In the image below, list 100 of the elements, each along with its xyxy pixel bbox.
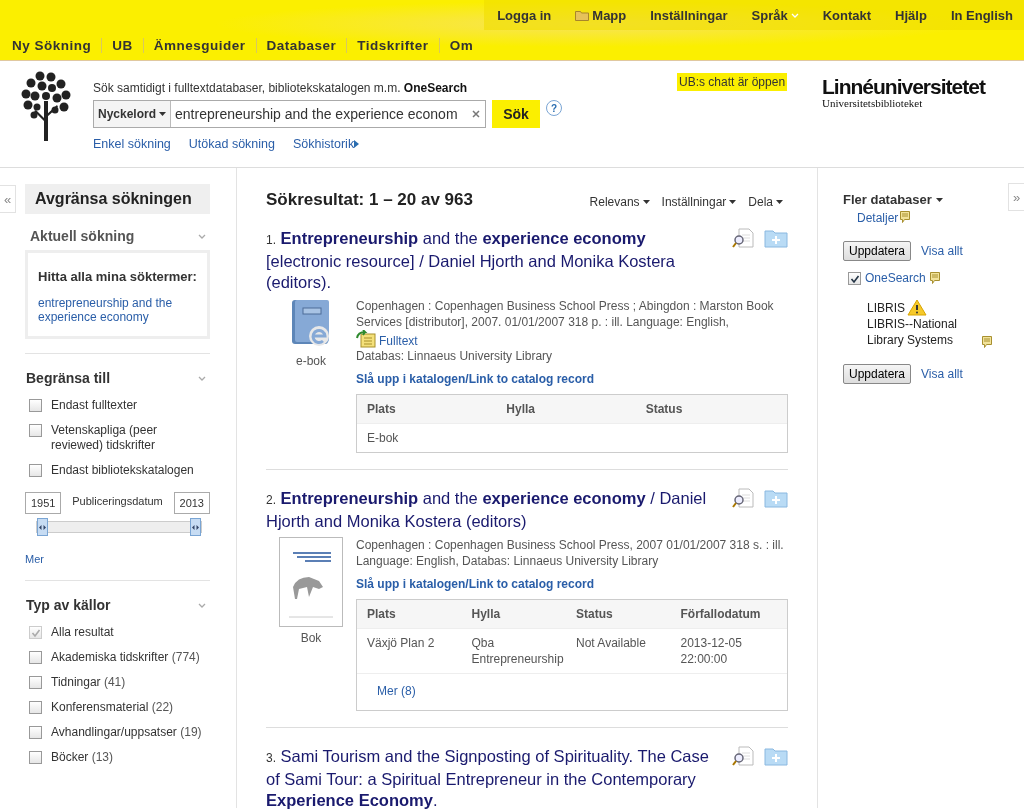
details-link[interactable]: Detaljer <box>857 211 899 225</box>
option-label[interactable]: Böcker (13) <box>51 750 114 765</box>
top-link[interactable]: Mapp <box>562 7 638 23</box>
checkbox[interactable] <box>29 424 42 437</box>
section-heading[interactable]: Aktuell sökning <box>26 228 135 244</box>
nav-link[interactable]: Ämnesguider <box>142 37 256 53</box>
checkbox[interactable] <box>29 701 42 714</box>
slider-handle[interactable] <box>37 518 48 536</box>
more-link[interactable]: Mer (8) <box>377 684 416 698</box>
nav-link[interactable]: Tidskrifter <box>346 37 439 53</box>
field-type-dropdown[interactable]: Nyckelord <box>94 101 172 127</box>
clear-icon[interactable] <box>472 110 480 118</box>
catalog-record-link[interactable]: Slå upp i katalogen/Link to catalog record <box>356 577 595 591</box>
fulltext-icon <box>356 330 376 348</box>
top-link[interactable]: Kontakt <box>809 7 883 23</box>
option-label[interactable]: Endast fulltexter <box>51 398 138 413</box>
nav-link[interactable]: Om <box>438 37 484 53</box>
table-cell-text: 2013-12-05 22:00:00 <box>680 635 743 667</box>
more-databases-dropdown[interactable]: Fler databaser <box>843 192 992 207</box>
database-link[interactable]: OneSearch <box>865 271 926 285</box>
result-title-link[interactable]: 1. Entrepreneurship and the experience economy [electronic resource] / Daniel Hjorth and Monika Kostera (editors). <box>266 228 722 293</box>
option-label[interactable]: Avhandlingar/uppsatser (19) <box>51 725 202 740</box>
dropdown-menu[interactable]: Inställningar <box>661 195 737 209</box>
note-icon <box>982 336 992 348</box>
dropdown-menu[interactable]: Relevans <box>589 195 650 209</box>
note-icon <box>929 272 940 284</box>
expand-button[interactable]: » <box>1008 183 1024 211</box>
nav-link[interactable]: Databaser <box>255 37 347 53</box>
chevron-icon[interactable] <box>198 602 206 608</box>
option-label[interactable]: Konferensmaterial (22) <box>51 700 174 715</box>
checkbox[interactable] <box>29 464 42 477</box>
chevron-icon[interactable] <box>198 233 206 239</box>
folder-plus-icon[interactable] <box>764 488 788 508</box>
table-cell-text: E-bok <box>367 430 400 446</box>
brand-subtitle: Universitetsbiblioteket <box>822 97 924 109</box>
caret-icon <box>935 197 943 202</box>
chat-notice[interactable]: UB:s chatt är öppen <box>677 73 788 91</box>
search-mode-link[interactable]: Enkel sökning <box>93 137 171 151</box>
column-header: Hylla <box>506 401 536 417</box>
results-heading: Sökresultat: 1 – 20 av 963 <box>266 190 473 210</box>
chevron-icon <box>790 12 799 18</box>
search-mode-link[interactable]: Utökad sökning <box>188 137 275 151</box>
caret-icon <box>776 200 783 204</box>
checkbox[interactable] <box>848 272 861 285</box>
show-all-link[interactable]: Visa allt <box>921 244 963 258</box>
search-mode-link[interactable]: Sökhistorik <box>293 137 360 151</box>
option-label[interactable]: Akademiska tidskrifter (774) <box>51 650 200 665</box>
column-header: Status <box>645 401 684 417</box>
brand-name: Linnéuniversitetet <box>822 75 985 99</box>
top-link[interactable]: Inställningar <box>637 7 739 23</box>
checkbox[interactable] <box>29 651 42 664</box>
top-link[interactable]: Språk <box>738 7 810 23</box>
search-field[interactable]: Nyckelord entrepreneurship and the experience econom <box>93 100 486 128</box>
column-header: Status <box>576 606 614 622</box>
collapse-button[interactable]: « <box>0 185 16 213</box>
magnifier-document-icon[interactable] <box>732 488 754 508</box>
checkbox[interactable] <box>29 726 42 739</box>
nav-link[interactable]: Ny Sökning <box>4 37 102 53</box>
section-heading[interactable]: Begränsa till <box>26 370 111 386</box>
tree-logo-icon <box>20 71 72 141</box>
top-link[interactable]: Logga in <box>484 7 563 23</box>
table-cell-text: Qba Entrepreneurship <box>471 635 565 667</box>
column-header: Förfallodatum <box>680 606 762 622</box>
search-intro: Sök samtidigt i fulltextdatabaser, bibliotekskatalogen m.m. OneSearch <box>93 81 469 95</box>
record-details: Copenhagen : Copenhagen Business School Press, 2007 01/01/2007 318 s. : ill. Language: English, Databas: Linnaeus University Library <box>356 537 785 569</box>
option-label[interactable]: Vetenskapliga (peer reviewed) tidskrifter <box>51 423 210 453</box>
top-link[interactable]: Hjälp <box>882 7 938 23</box>
item-type-label: e-bok <box>296 354 326 368</box>
more-link[interactable]: Mer <box>25 553 44 565</box>
slider-handle[interactable] <box>190 518 201 536</box>
search-button[interactable]: Sök <box>492 100 540 128</box>
triangle-right-icon <box>354 140 360 148</box>
option-label[interactable]: Endast bibliotekskatalogen <box>51 463 194 478</box>
column-header: Plats <box>367 606 397 622</box>
current-search-label: Hitta alla mina söktermer: <box>38 269 197 284</box>
top-link[interactable]: In English <box>937 7 1024 23</box>
chevron-icon[interactable] <box>198 375 206 381</box>
show-all-link[interactable]: Visa allt <box>921 367 963 381</box>
result-title-link[interactable]: 3. Sami Tourism and the Signposting of Spirituality. The Case of Sami Tour: a Spiritual Entrepreneur in the Contemporary Experience Economy. <box>266 746 722 809</box>
result-title-link[interactable]: 2. Entrepreneurship and the experience economy / Daniel Hjorth and Monika Kostera (editors) <box>266 488 722 532</box>
update-button[interactable]: Uppdatera <box>843 241 912 261</box>
caret-icon <box>729 200 737 204</box>
magnifier-document-icon[interactable] <box>732 746 754 766</box>
folder-plus-icon[interactable] <box>764 746 788 766</box>
checkbox[interactable] <box>29 399 42 412</box>
search-term-link[interactable]: entrepreneurship and the experience economy <box>38 296 197 324</box>
year-from-field[interactable]: 1951 <box>25 492 62 514</box>
checkbox[interactable] <box>29 676 42 689</box>
update-button[interactable]: Uppdatera <box>843 364 912 384</box>
fulltext-link[interactable]: Fulltext <box>379 334 418 348</box>
nav-link[interactable]: UB <box>101 37 143 53</box>
catalog-record-link[interactable]: Slå upp i katalogen/Link to catalog record <box>356 372 595 386</box>
option-label[interactable]: Tidningar (41) <box>51 675 126 690</box>
checkbox[interactable] <box>29 751 42 764</box>
database-name: LIBRIS <box>867 299 905 316</box>
magnifier-document-icon[interactable] <box>732 228 754 248</box>
dropdown-menu[interactable]: Dela <box>748 195 783 209</box>
section-heading[interactable]: Typ av källor <box>26 597 111 613</box>
year-to-field[interactable]: 2013 <box>173 492 210 514</box>
folder-plus-icon[interactable] <box>764 228 788 248</box>
